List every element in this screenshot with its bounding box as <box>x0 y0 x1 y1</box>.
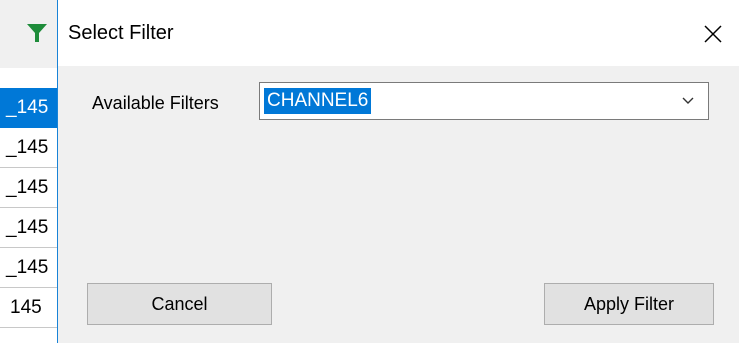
list-item[interactable]: _145 <box>0 128 60 168</box>
filter-icon[interactable] <box>26 22 48 44</box>
list-item-label: _145 <box>6 137 49 158</box>
close-button[interactable] <box>689 8 739 58</box>
list-item[interactable]: _145 <box>0 88 60 128</box>
list-item[interactable]: _145 <box>0 168 60 208</box>
close-icon <box>704 25 722 43</box>
list-item[interactable]: _145 <box>0 248 60 288</box>
list-item-label: _145 <box>6 177 49 198</box>
list-item-label: _145 <box>6 217 49 238</box>
list-item-label: _145 <box>6 97 49 118</box>
dialog-title: Select Filter <box>68 22 174 44</box>
list-item-label: _145 <box>6 257 49 278</box>
list-item-label: 145 <box>10 297 42 318</box>
select-filter-dialog: Select Filter Available Filters CHANNEL6… <box>57 0 739 343</box>
list-item[interactable]: _145 <box>0 208 60 248</box>
filter-select-value: CHANNEL6 <box>264 88 372 114</box>
list-item[interactable]: 145 <box>0 288 60 328</box>
cancel-button[interactable]: Cancel <box>87 283 272 325</box>
available-filters-label: Available Filters <box>92 93 219 113</box>
apply-filter-button[interactable]: Apply Filter <box>544 283 714 325</box>
background-toolbar <box>0 0 60 68</box>
chevron-down-icon <box>682 97 694 104</box>
dialog-titlebar[interactable]: Select Filter <box>58 0 739 66</box>
background-list-panel: _145 _145 _145 _145 _145 145 <box>0 0 60 343</box>
available-filters-select[interactable]: CHANNEL6 <box>259 82 709 120</box>
